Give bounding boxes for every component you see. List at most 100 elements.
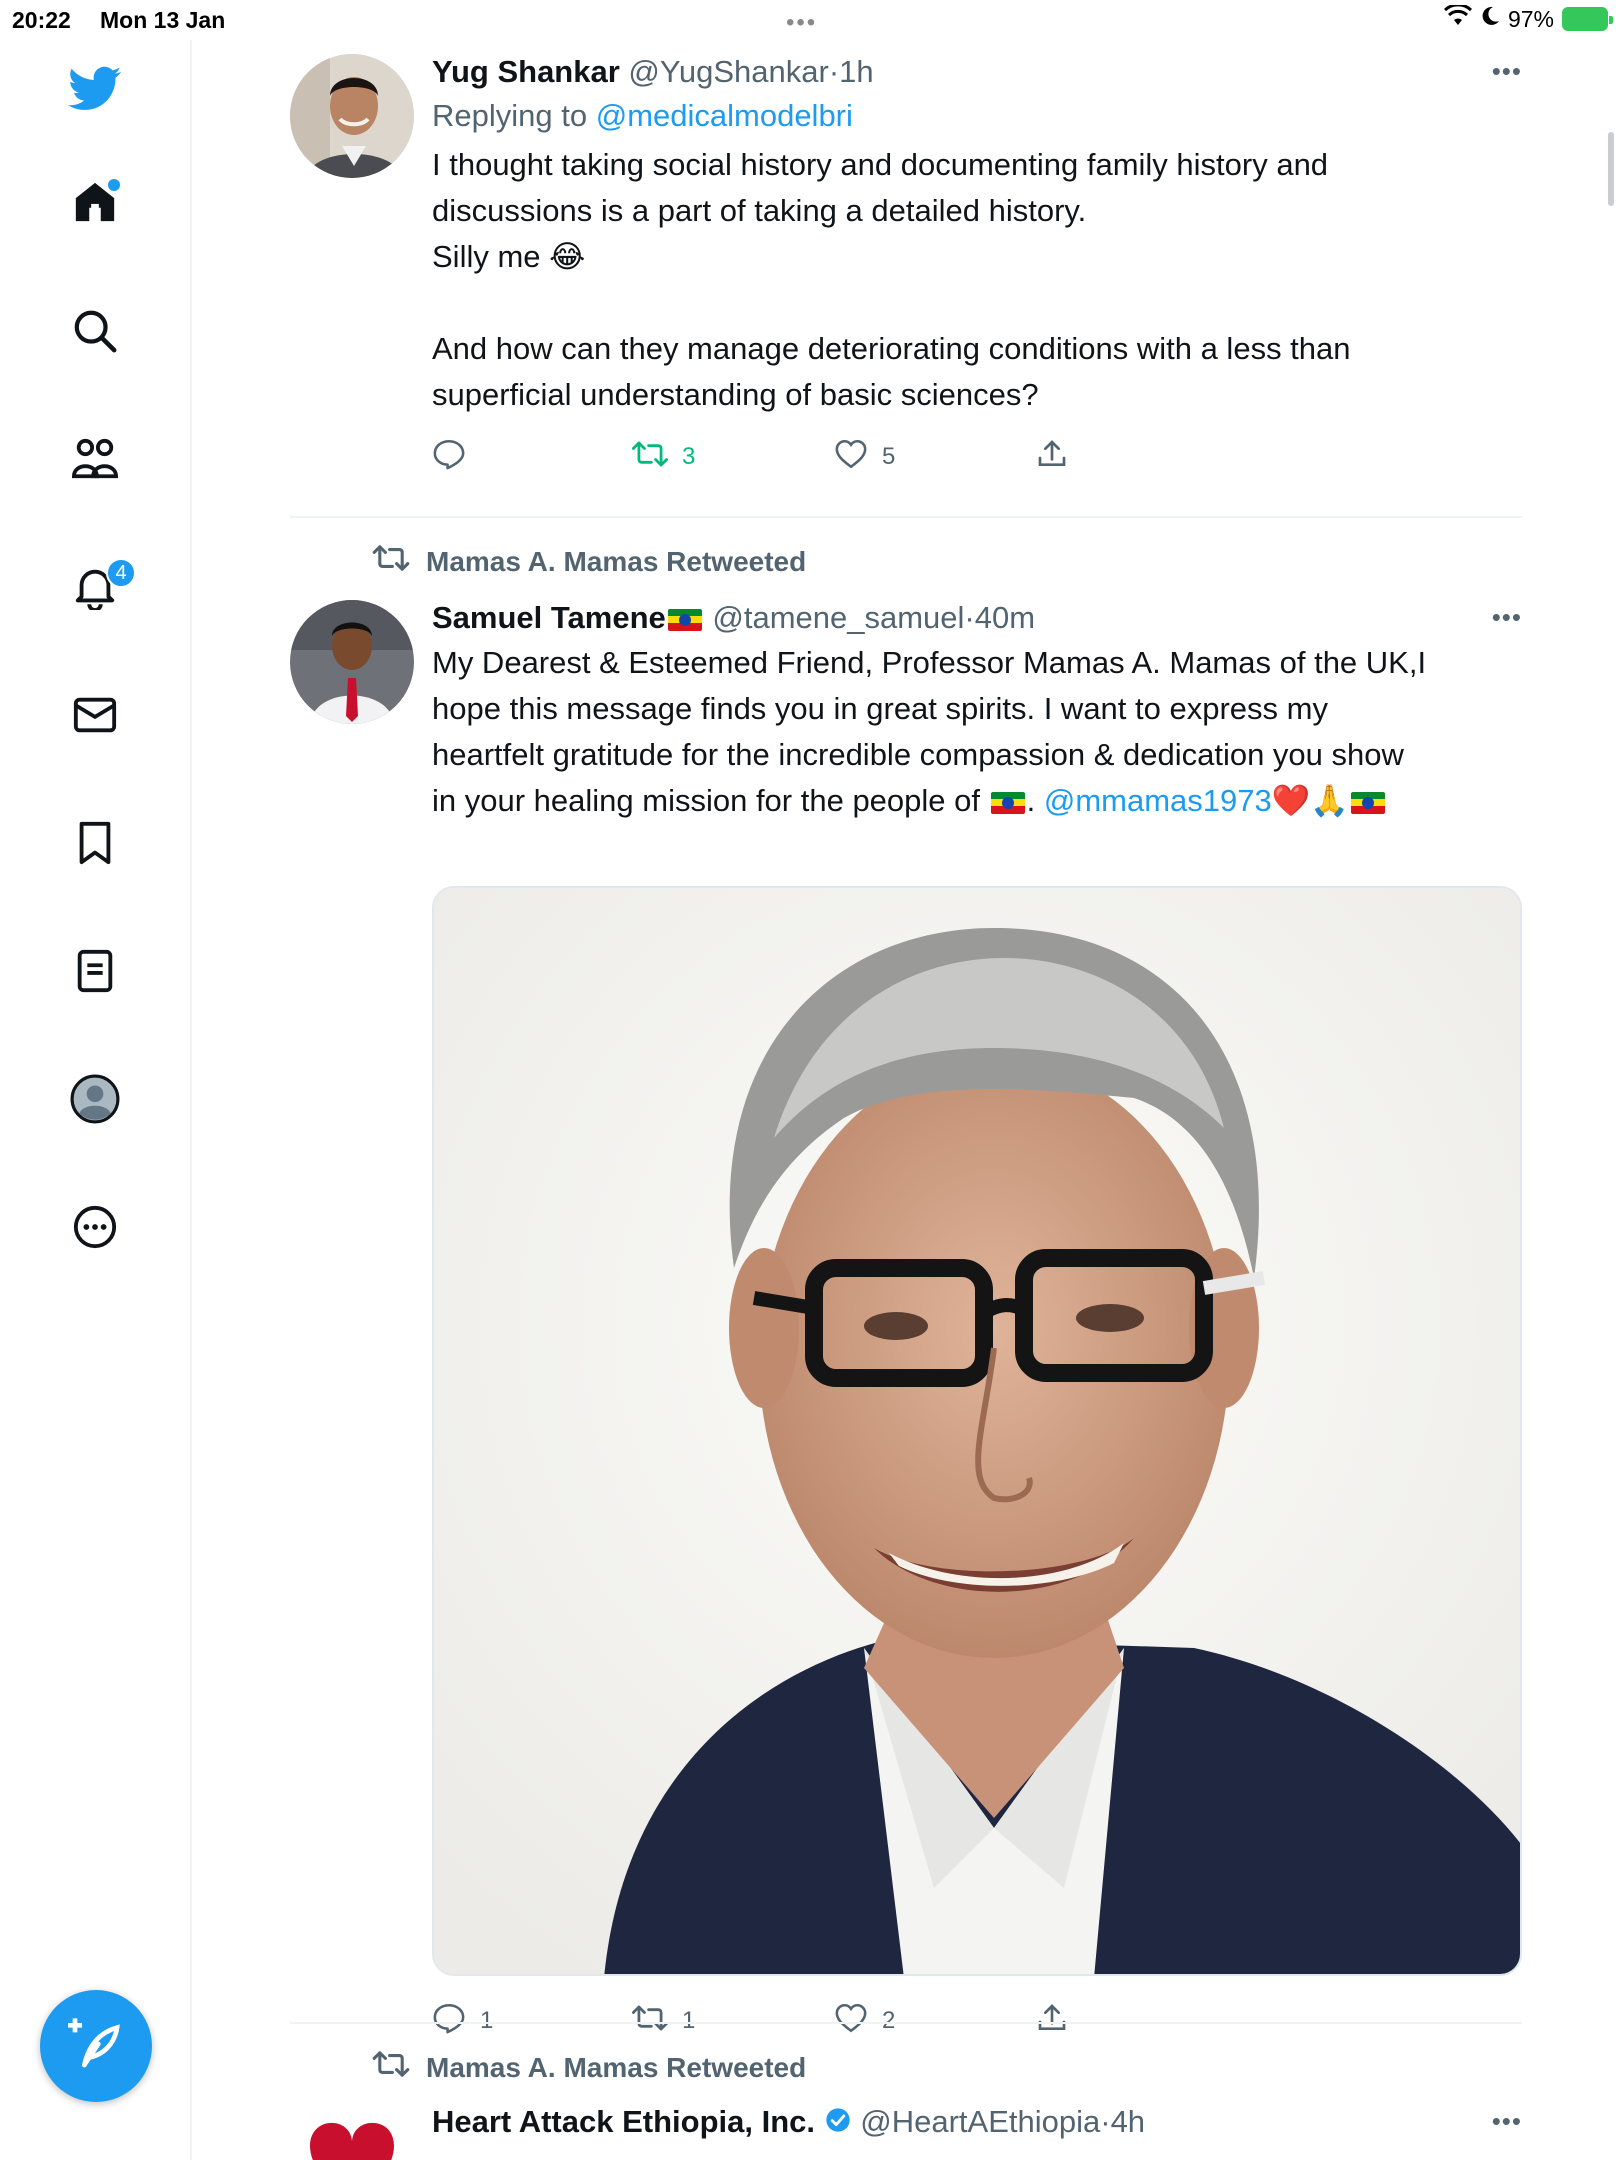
tweet-header: Yug Shankar @YugShankar·1h bbox=[432, 52, 1522, 92]
avatar[interactable] bbox=[290, 2106, 414, 2160]
tweet-content: Heart Attack Ethiopia, Inc. @HeartAEthio… bbox=[432, 2102, 1522, 2144]
status-date: Mon 13 Jan bbox=[100, 7, 226, 33]
author-handle[interactable]: @tamene_samuel bbox=[712, 600, 964, 635]
nav-communities[interactable] bbox=[64, 430, 126, 492]
nav-notifications[interactable]: 4 bbox=[64, 558, 136, 620]
twitter-bird-icon bbox=[68, 66, 122, 117]
sidebar: 4 bbox=[0, 40, 192, 2160]
nav-more[interactable] bbox=[64, 1198, 126, 1260]
status-time: 20:22 bbox=[12, 7, 71, 33]
retweet-icon bbox=[632, 2003, 668, 2040]
like-button[interactable]: 2 bbox=[834, 1996, 895, 2046]
like-count: 2 bbox=[882, 2007, 896, 2034]
tweet-actions: 3 5 bbox=[432, 432, 1522, 482]
replying-to: Replying to @medicalmodelbri bbox=[432, 96, 1522, 136]
share-button[interactable] bbox=[1036, 432, 1068, 482]
lists-icon bbox=[72, 948, 118, 999]
tweet-text-line: My Dearest & Esteemed Friend, Professor … bbox=[432, 645, 1427, 680]
tweet-more-button[interactable]: ••• bbox=[1492, 56, 1522, 87]
retweeted-by-line[interactable]: Mamas A. Mamas Retweeted bbox=[372, 544, 806, 579]
battery-percent: 97% bbox=[1507, 5, 1554, 32]
nav-search[interactable] bbox=[64, 302, 126, 364]
author-handle[interactable]: @YugShankar bbox=[628, 54, 828, 89]
ethiopia-flag-icon bbox=[1350, 791, 1385, 814]
communities-icon bbox=[70, 436, 120, 487]
scrollbar[interactable] bbox=[1608, 132, 1614, 206]
retweet-button[interactable]: 3 bbox=[632, 432, 695, 482]
like-count: 5 bbox=[882, 443, 896, 470]
retweet-button[interactable]: 1 bbox=[632, 1996, 695, 2046]
reply-button[interactable]: 1 bbox=[432, 1996, 493, 2046]
author-name[interactable]: Yug Shankar bbox=[432, 54, 620, 89]
tweet-text-line: hope this message finds you in great spi… bbox=[432, 691, 1328, 726]
tweet-header: Samuel Tamene @tamene_samuel·40m bbox=[432, 598, 1522, 638]
author-name[interactable]: Heart Attack Ethiopia, Inc. bbox=[432, 2104, 815, 2139]
verified-badge-icon bbox=[824, 2104, 852, 2144]
tweet-text: My Dearest & Esteemed Friend, Professor … bbox=[432, 640, 1522, 824]
tweet-divider bbox=[290, 516, 1522, 518]
tweet-photo[interactable] bbox=[432, 886, 1522, 1976]
status-bar: 20:22 Mon 13 Jan ••• 97% bbox=[0, 0, 1620, 40]
retweet-small-icon bbox=[372, 544, 410, 579]
like-button[interactable]: 5 bbox=[834, 432, 895, 482]
nav-home[interactable] bbox=[64, 173, 126, 235]
search-icon bbox=[72, 308, 118, 359]
nav-bookmarks[interactable] bbox=[64, 814, 126, 876]
reply-count: 1 bbox=[480, 2007, 494, 2034]
tweet-text-line: Silly me 😂 bbox=[432, 239, 586, 274]
heart-icon bbox=[834, 2002, 868, 2041]
tweet-actions: 1 1 2 bbox=[432, 1996, 1522, 2046]
ethiopia-flag-icon bbox=[667, 608, 702, 631]
reply-button[interactable] bbox=[432, 432, 480, 482]
tweet-text-fragment: in your healing mission for the people o… bbox=[432, 783, 989, 818]
replying-prefix: Replying to bbox=[432, 98, 596, 133]
header-separator: · bbox=[964, 600, 975, 635]
tweet-text-line: discussions is a part of taking a detail… bbox=[432, 193, 1087, 228]
emoji-heart-pray: ❤️🙏 bbox=[1271, 783, 1349, 818]
header-separator: · bbox=[1100, 2104, 1111, 2139]
tweet-text-line: I thought taking social history and docu… bbox=[432, 147, 1329, 182]
tweet-header: Heart Attack Ethiopia, Inc. @HeartAEthio… bbox=[432, 2102, 1522, 2144]
mention-link[interactable]: @mmamas1973 bbox=[1044, 783, 1272, 818]
messages-envelope-icon bbox=[72, 692, 118, 743]
retweeted-by-text: Mamas A. Mamas Retweeted bbox=[426, 545, 807, 577]
retweet-icon bbox=[632, 439, 668, 476]
tweet-time[interactable]: 1h bbox=[839, 54, 873, 89]
author-handle[interactable]: @HeartAEthiopia bbox=[860, 2104, 1100, 2139]
multitasking-dots[interactable]: ••• bbox=[786, 9, 817, 37]
reply-icon bbox=[432, 2001, 466, 2042]
twitter-logo[interactable] bbox=[64, 60, 126, 122]
tweet-text-fragment: . bbox=[1026, 783, 1044, 818]
ethiopia-flag-icon bbox=[990, 791, 1025, 814]
retweeted-by-line[interactable]: Mamas A. Mamas Retweeted bbox=[372, 2050, 806, 2085]
nav-profile[interactable] bbox=[64, 1070, 126, 1132]
reply-icon bbox=[432, 437, 466, 478]
tweet-more-button[interactable]: ••• bbox=[1492, 2106, 1522, 2137]
tweet-heart-attack-ethiopia[interactable]: Heart Attack Ethiopia, Inc. @HeartAEthio… bbox=[290, 2102, 1522, 2160]
status-indicators: 97% bbox=[1443, 3, 1613, 33]
tweet-time[interactable]: 4h bbox=[1111, 2104, 1145, 2139]
compose-feather-icon bbox=[68, 2016, 124, 2077]
tweet-text-line: superficial understanding of basic scien… bbox=[432, 377, 1039, 412]
author-name[interactable]: Samuel Tamene bbox=[432, 600, 666, 635]
wifi-icon bbox=[1443, 3, 1472, 33]
nav-lists[interactable] bbox=[64, 942, 126, 1004]
header-separator: · bbox=[828, 54, 840, 89]
tweet-text-line: And how can they manage deteriorating co… bbox=[432, 331, 1351, 366]
share-button[interactable] bbox=[1036, 1996, 1068, 2046]
battery-icon bbox=[1562, 7, 1613, 31]
avatar[interactable] bbox=[290, 54, 414, 178]
avatar[interactable] bbox=[290, 600, 414, 724]
retweet-count: 3 bbox=[682, 443, 696, 470]
tweet-divider bbox=[290, 2022, 1522, 2024]
nav-messages[interactable] bbox=[64, 686, 126, 748]
compose-button[interactable] bbox=[40, 1990, 152, 2102]
new-posts-dot bbox=[108, 179, 120, 191]
heart-icon bbox=[834, 438, 868, 477]
replying-handle-link[interactable]: @medicalmodelbri bbox=[596, 98, 853, 133]
retweeted-by-text: Mamas A. Mamas Retweeted bbox=[426, 2051, 807, 2083]
tweet-more-button[interactable]: ••• bbox=[1492, 602, 1522, 633]
moon-icon bbox=[1480, 5, 1500, 33]
tweet-text: I thought taking social history and docu… bbox=[432, 142, 1522, 418]
tweet-time[interactable]: 40m bbox=[975, 600, 1035, 635]
